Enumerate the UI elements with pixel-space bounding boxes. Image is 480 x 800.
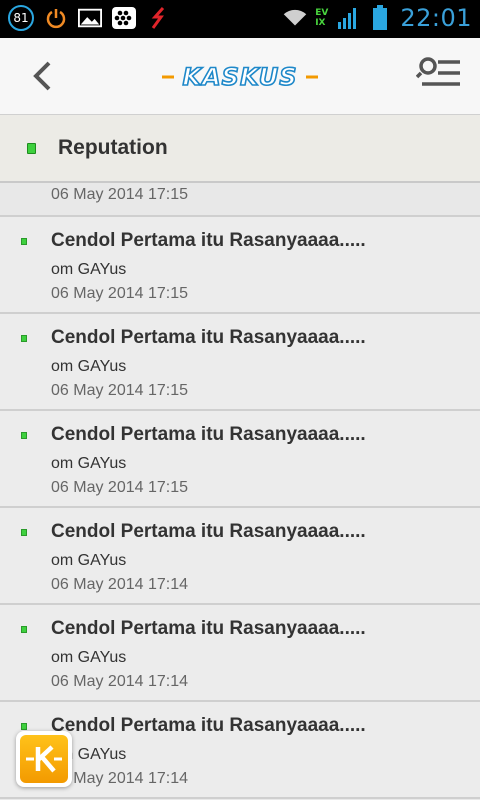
battery-icon <box>368 5 392 30</box>
list-item[interactable]: Cendol Pertama itu Rasanyaaaa..... om GA… <box>0 508 480 605</box>
notification-count-badge: 81 <box>8 5 34 31</box>
item-title: Cendol Pertama itu Rasanyaaaa..... <box>51 424 366 445</box>
list-item[interactable]: Cendol Pertama itu Rasanyaaaa..... om GA… <box>0 314 480 411</box>
reputation-dot-icon <box>27 142 36 154</box>
list-item[interactable]: Cendol Pertama itu Rasanyaaaa..... om GA… <box>0 702 480 799</box>
reputation-dot-icon <box>21 626 27 633</box>
item-title: Cendol Pertama itu Rasanyaaaa..... <box>51 715 366 736</box>
logo-text: KASKUS <box>183 63 298 91</box>
item-author: om GAYus <box>51 649 127 666</box>
back-button[interactable] <box>22 56 62 96</box>
kaskus-k-icon <box>20 735 68 783</box>
power-icon <box>44 6 68 30</box>
item-author: om GAYus <box>51 358 127 375</box>
item-date: 06 May 2014 17:14 <box>51 673 188 690</box>
list-item[interactable]: Cendol Pertama itu Rasanyaaaa..... om GA… <box>0 605 480 702</box>
reputation-section-header: Reputation <box>0 115 480 183</box>
kaskus-logo[interactable]: KASKUS <box>160 60 320 94</box>
search-menu-icon <box>415 57 460 86</box>
item-title: Cendol Pertama itu Rasanyaaaa..... <box>51 618 366 639</box>
list-item[interactable]: Cendol Pertama itu Rasanyaaaa..... om GA… <box>0 217 480 314</box>
item-date: 06 May 2014 17:14 <box>51 576 188 593</box>
kaskus-floating-button[interactable] <box>16 731 72 787</box>
search-menu-button[interactable] <box>415 56 462 96</box>
item-author: om GAYus <box>51 552 127 569</box>
slash-icon <box>146 6 170 30</box>
section-title: Reputation <box>58 136 168 159</box>
list-item[interactable]: Cendol Pertama itu Rasanyaaaa..... om GA… <box>0 411 480 508</box>
reputation-dot-icon <box>21 335 27 342</box>
network-labels: EV IX <box>315 8 329 28</box>
item-author: om GAYus <box>51 261 127 278</box>
item-title: Cendol Pertama itu Rasanyaaaa..... <box>51 521 366 542</box>
item-date: 06 May 2014 17:15 <box>51 382 188 399</box>
app-header: KASKUS <box>0 38 480 115</box>
list-item-partial[interactable]: 06 May 2014 17:15 <box>0 183 480 217</box>
item-title: Cendol Pertama itu Rasanyaaaa..... <box>51 230 366 251</box>
reputation-dot-icon <box>21 723 27 730</box>
reputation-dot-icon <box>21 529 27 536</box>
status-bar: 81 EV IX 22:01 <box>0 0 480 38</box>
item-date: 06 May 2014 17:15 <box>51 285 188 302</box>
item-title: Cendol Pertama itu Rasanyaaaa..... <box>51 327 366 348</box>
item-date: 06 May 2014 17:15 <box>51 186 188 203</box>
reputation-dot-icon <box>21 432 27 439</box>
clock-time: 22:01 <box>400 4 472 32</box>
bbm-icon <box>112 6 136 30</box>
item-author: om GAYus <box>51 455 127 472</box>
item-date: 06 May 2014 17:15 <box>51 479 188 496</box>
reputation-dot-icon <box>21 238 27 245</box>
reputation-list[interactable]: 06 May 2014 17:15 Cendol Pertama itu Ras… <box>0 183 480 799</box>
chevron-left-icon <box>33 61 51 91</box>
wifi-icon <box>283 6 307 30</box>
signal-icon <box>336 6 360 30</box>
image-icon <box>78 6 102 30</box>
